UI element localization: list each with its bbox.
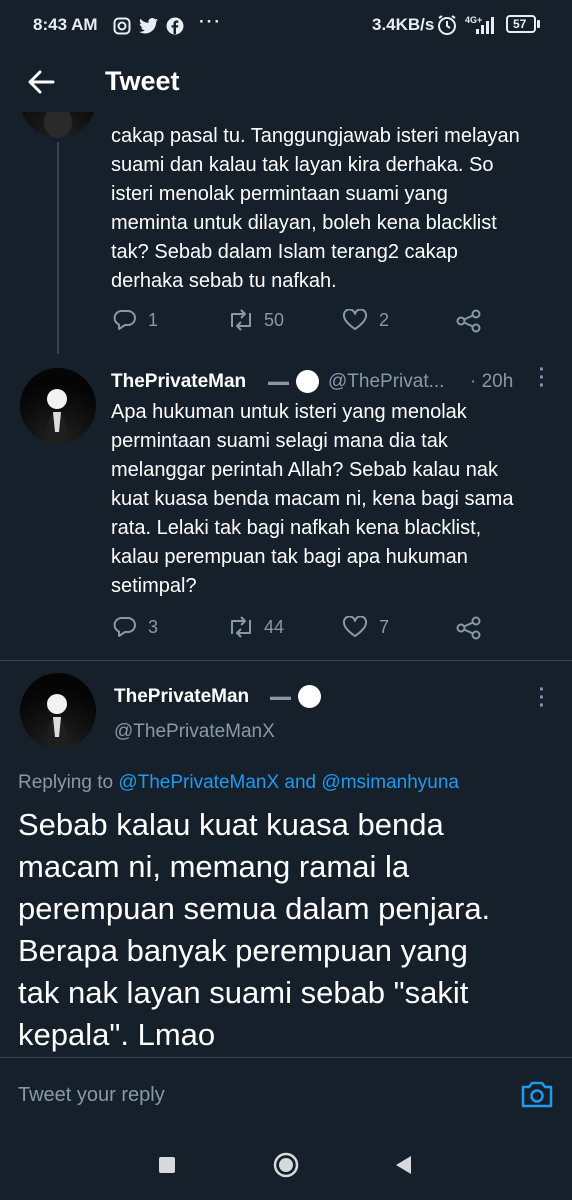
like-count: 7 bbox=[379, 617, 390, 637]
like-count: 2 bbox=[379, 310, 390, 330]
signal-icon bbox=[476, 17, 494, 34]
tweet-text-line: Berapa banyak perempuan yang bbox=[18, 933, 468, 968]
share-icon[interactable] bbox=[456, 309, 482, 333]
user-handle[interactable]: @ThePrivat... bbox=[328, 371, 444, 393]
status-time: 8:43 AM bbox=[33, 15, 98, 34]
avatar-figure-icon bbox=[44, 112, 72, 138]
reply-icon bbox=[113, 617, 136, 637]
reply-count: 1 bbox=[148, 310, 159, 330]
thread-line bbox=[57, 142, 59, 354]
heart-icon bbox=[342, 309, 368, 330]
retweet-icon bbox=[231, 309, 251, 331]
status-bar: 8:43 AM ··· 3.4KB/s 4G+ 57 bbox=[0, 0, 572, 52]
user-name[interactable]: ThePrivateMan bbox=[114, 686, 249, 708]
sunglasses-emoji: ▬▬ bbox=[268, 376, 289, 388]
page-title: Tweet bbox=[105, 66, 180, 96]
tweet-1-text: cakap pasal tu. Tanggungjawab isteri mel… bbox=[111, 122, 541, 296]
share-icon[interactable] bbox=[456, 616, 482, 640]
battery-tip bbox=[537, 20, 540, 28]
avatar[interactable] bbox=[20, 673, 96, 749]
tweet-text-line: Sebab kalau kuat kuasa benda bbox=[18, 807, 444, 842]
user-name[interactable]: ThePrivateMan bbox=[111, 371, 246, 393]
recent-apps-icon[interactable] bbox=[159, 1157, 175, 1173]
reply-box[interactable]: Tweet your reply bbox=[0, 1058, 572, 1130]
tweet-text-line: tak? Sebab dalam Islam terang2 cakap bbox=[111, 241, 458, 263]
battery-icon: 57 bbox=[506, 15, 536, 33]
tweet-text-line: permintaan suami selagi mana dia tak bbox=[111, 430, 448, 452]
network-speed: 3.4KB/s bbox=[372, 15, 435, 34]
reply-count: 3 bbox=[148, 617, 159, 637]
tweet-text-line: macam ni, memang ramai la bbox=[18, 849, 410, 884]
user-handle[interactable]: @ThePrivateManX bbox=[114, 721, 275, 743]
retweet-count: 50 bbox=[264, 310, 285, 330]
reply-input[interactable]: Tweet your reply bbox=[18, 1084, 165, 1107]
reply-icon bbox=[113, 310, 136, 330]
tweet-2[interactable]: ThePrivateMan ▬▬ @ThePrivat... · 20h · · ·… bbox=[0, 354, 572, 659]
avatar-figure-icon bbox=[46, 389, 68, 444]
back-triangle-icon[interactable] bbox=[394, 1155, 412, 1175]
twitter-icon bbox=[139, 18, 158, 34]
replying-and: and bbox=[279, 772, 322, 793]
more-notifications-icon: ··· bbox=[199, 12, 222, 31]
tweet-text-line: tak nak layan suami sebab "sakit bbox=[18, 975, 469, 1010]
mention-link[interactable]: @ThePrivateManX bbox=[118, 772, 279, 793]
main-tweet: ThePrivateMan ▬▬ @ThePrivateManX · · · Rep… bbox=[0, 661, 572, 1056]
heart-icon bbox=[342, 616, 368, 637]
white-circle-emoji bbox=[298, 685, 321, 708]
facebook-icon bbox=[166, 17, 184, 35]
white-circle-emoji bbox=[296, 370, 319, 393]
instagram-icon bbox=[113, 17, 131, 35]
tweet-text-line: Apa hukuman untuk isteri yang menolak bbox=[111, 401, 467, 423]
avatar-figure-icon bbox=[46, 694, 68, 749]
tweet-text-line: melanggar perintah Allah? Sebab kalau na… bbox=[111, 459, 498, 481]
tweet-text-line: kepala". Lmao bbox=[18, 1017, 216, 1052]
avatar[interactable] bbox=[20, 368, 96, 444]
tweet-text-line: kalau perempuan tak bagi apa hukuman bbox=[111, 546, 468, 568]
more-options-icon[interactable]: · · · bbox=[538, 360, 546, 396]
more-options-icon[interactable]: · · · bbox=[538, 680, 546, 716]
retweet-icon bbox=[231, 616, 251, 638]
header: Tweet bbox=[0, 52, 572, 112]
tweet-text-line: rata. Lelaki tak bagi nafkah kena blackl… bbox=[111, 517, 482, 539]
tweet-text-line: meminta untuk dilayan, boleh kena blackl… bbox=[111, 212, 497, 234]
tweet-text-line: kuat kuasa benda macam ni, kena bagi sam… bbox=[111, 488, 514, 510]
sunglasses-emoji: ▬▬ bbox=[270, 691, 291, 703]
battery-level: 57 bbox=[513, 17, 527, 31]
tweet-text-line: isteri menolak permintaan suami yang bbox=[111, 183, 448, 205]
system-nav-bar bbox=[0, 1130, 572, 1200]
tweet-text-line: setimpal? bbox=[111, 575, 197, 597]
replying-label: Replying to bbox=[18, 772, 119, 793]
tweet-time: · 20h bbox=[470, 371, 514, 392]
main-tweet-text: Sebab kalau kuat kuasa benda macam ni, m… bbox=[18, 804, 558, 1056]
back-arrow-icon[interactable] bbox=[27, 69, 55, 95]
tweet-text-line: perempuan semua dalam penjara. bbox=[18, 891, 491, 926]
tweet-text-line: derhaka sebab tu nafkah. bbox=[111, 270, 337, 292]
retweet-count: 44 bbox=[264, 617, 285, 637]
home-icon[interactable] bbox=[273, 1152, 299, 1178]
avatar[interactable] bbox=[20, 112, 96, 138]
tweet-1[interactable]: cakap pasal tu. Tanggungjawab isteri mel… bbox=[0, 112, 572, 354]
tweet-2-text: Apa hukuman untuk isteri yang menolak pe… bbox=[111, 398, 541, 601]
camera-icon[interactable] bbox=[520, 1078, 554, 1110]
tweet-text-line: cakap pasal tu. Tanggungjawab isteri mel… bbox=[111, 125, 520, 147]
alarm-icon bbox=[438, 15, 456, 35]
replying-to: Replying to @ThePrivateManX and @msimanh… bbox=[18, 772, 459, 794]
mention-link[interactable]: @msimanhyuna bbox=[321, 772, 459, 793]
tweet-text-line: suami dan kalau tak layan kira derhaka. … bbox=[111, 154, 494, 176]
